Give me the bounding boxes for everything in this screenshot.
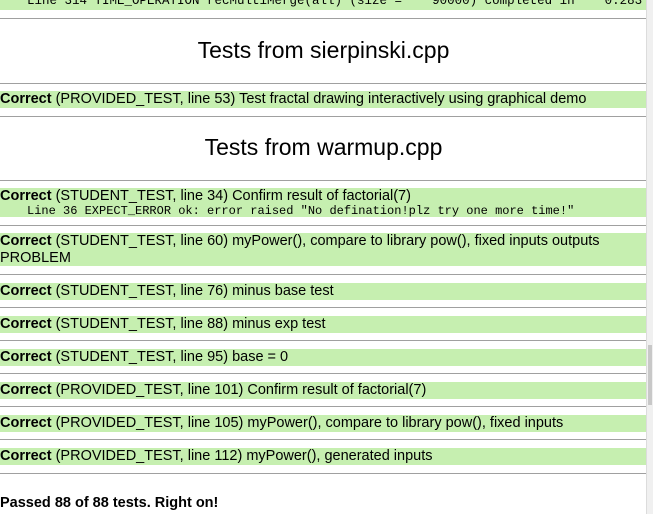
result-status: Correct	[0, 316, 52, 332]
result-status: Correct	[0, 283, 52, 299]
divider	[0, 373, 647, 374]
divider	[0, 307, 647, 308]
result-text: (PROVIDED_TEST, line 105) myPower(), com…	[51, 415, 564, 431]
divider	[0, 116, 647, 117]
divider	[0, 83, 647, 84]
divider	[0, 340, 647, 341]
test-summary: Passed 88 of 88 tests. Right on!	[0, 495, 219, 511]
result-status: Correct	[0, 415, 52, 431]
divider	[0, 274, 647, 275]
result-text-continuation: PROBLEM	[0, 250, 71, 266]
test-results-window: Line 314 TIME_OPERATION recMultiMerge(al…	[0, 0, 647, 514]
result-status: Correct	[0, 188, 52, 204]
test-result-row: Correct (STUDENT_TEST, line 34) Confirm …	[0, 188, 647, 218]
result-text: (PROVIDED_TEST, line 53) Test fractal dr…	[51, 91, 587, 107]
test-result-row: Correct (PROVIDED_TEST, line 112) myPowe…	[0, 448, 647, 465]
result-text: (STUDENT_TEST, line 88) minus exp test	[51, 316, 326, 332]
timing-output-text: Line 314 TIME_OPERATION recMultiMerge(al…	[27, 0, 647, 8]
divider	[0, 18, 647, 19]
divider	[0, 439, 647, 440]
section-heading-warmup: Tests from warmup.cpp	[204, 134, 443, 160]
vertical-scrollbar[interactable]	[646, 0, 653, 514]
result-status: Correct	[0, 233, 52, 249]
divider	[0, 180, 647, 181]
test-result-row: Correct (PROVIDED_TEST, line 105) myPowe…	[0, 415, 647, 432]
result-status: Correct	[0, 91, 52, 107]
test-result-row: Correct (STUDENT_TEST, line 60) myPower(…	[0, 233, 647, 266]
divider	[0, 473, 647, 474]
test-result-row: Correct (PROVIDED_TEST, line 53) Test fr…	[0, 91, 647, 108]
divider	[0, 406, 647, 407]
test-result-row: Correct (STUDENT_TEST, line 95) base = 0	[0, 349, 647, 366]
scrollbar-thumb[interactable]	[648, 345, 652, 405]
result-text: (PROVIDED_TEST, line 101) Confirm result…	[51, 382, 427, 398]
result-text: (STUDENT_TEST, line 76) minus base test	[51, 283, 334, 299]
result-detail-output: Line 36 EXPECT_ERROR ok: error raised "N…	[27, 204, 575, 218]
section-heading-sierpinski: Tests from sierpinski.cpp	[197, 37, 450, 63]
test-result-row: Correct (STUDENT_TEST, line 88) minus ex…	[0, 316, 647, 333]
timing-output-line: Line 314 TIME_OPERATION recMultiMerge(al…	[0, 0, 647, 10]
result-text: (PROVIDED_TEST, line 112) myPower(), gen…	[51, 448, 433, 464]
result-status: Correct	[0, 382, 52, 398]
result-text: (STUDENT_TEST, line 34) Confirm result o…	[51, 188, 411, 204]
result-status: Correct	[0, 349, 52, 365]
test-result-row: Correct (STUDENT_TEST, line 76) minus ba…	[0, 283, 647, 300]
test-result-row: Correct (PROVIDED_TEST, line 101) Confir…	[0, 382, 647, 399]
result-text: (STUDENT_TEST, line 95) base = 0	[51, 349, 289, 365]
result-text: (STUDENT_TEST, line 60) myPower(), compa…	[51, 233, 600, 249]
result-status: Correct	[0, 448, 52, 464]
divider	[0, 225, 647, 226]
